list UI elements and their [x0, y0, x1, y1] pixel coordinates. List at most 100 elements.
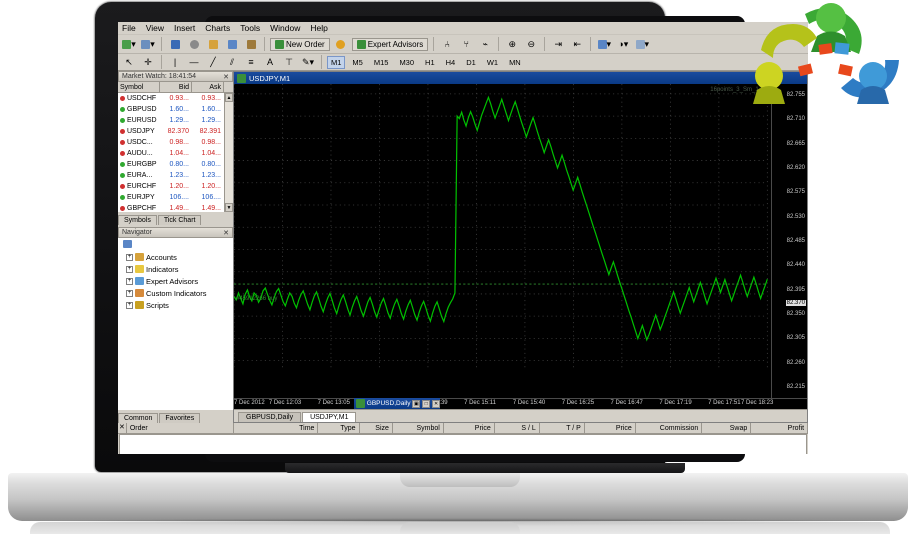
expand-icon[interactable]: +: [126, 289, 133, 297]
navigator-item[interactable]: + Indicators: [120, 263, 231, 275]
timeframe-h4[interactable]: H4: [442, 56, 460, 69]
navigator-item[interactable]: + Accounts: [120, 251, 231, 263]
terminal-column-type[interactable]: Type: [318, 423, 360, 433]
timeframe-m30[interactable]: M30: [395, 56, 418, 69]
market-watch-row[interactable]: USDJPY 82.370 82.391: [118, 126, 233, 137]
fibonacci-icon[interactable]: ≡: [243, 55, 259, 70]
chart-shift-icon[interactable]: ⇤: [569, 37, 585, 52]
market-watch-row[interactable]: GBPCHF 1.49... 1.49...: [118, 203, 233, 212]
periodicity-icon[interactable]: ◑▾: [615, 37, 631, 52]
menu-item-window[interactable]: Window: [270, 23, 300, 33]
close-icon[interactable]: ✕: [118, 423, 127, 433]
minimized-chart-window[interactable]: GBPUSD,Daily ▣ □ ✕: [354, 398, 441, 409]
navigator-tree[interactable]: + Accounts + Indicators + Expert Advisors + Cus…: [118, 238, 233, 410]
market-watch-row[interactable]: AUDU... 1.04... 1.04...: [118, 148, 233, 159]
text-label-icon[interactable]: ⊤: [281, 55, 297, 70]
market-watch-row[interactable]: GBPUSD 1.60... 1.60...: [118, 104, 233, 115]
navigator-item[interactable]: + Custom Indicators: [120, 287, 231, 299]
terminal-icon[interactable]: [224, 37, 240, 52]
terminal-column-commission[interactable]: Commission: [636, 423, 703, 433]
navigator-item[interactable]: + Expert Advisors: [120, 275, 231, 287]
crosshair-icon[interactable]: ✛: [140, 55, 156, 70]
column-ask[interactable]: Ask: [192, 82, 224, 92]
cursor-icon[interactable]: ↖: [121, 55, 137, 70]
menu-item-insert[interactable]: Insert: [174, 23, 195, 33]
new-chart-icon[interactable]: ▾: [121, 37, 137, 52]
terminal-column-order[interactable]: Order: [127, 423, 235, 433]
market-watch-row[interactable]: EURJPY 106.... 106....: [118, 192, 233, 203]
timeframe-h1[interactable]: H1: [421, 56, 439, 69]
line-chart-icon[interactable]: ⌁: [477, 37, 493, 52]
price-axis[interactable]: 82.755 82.710 82.665 82.620 82.575 82.530 82.4…: [771, 84, 807, 398]
trendline-icon[interactable]: ╱: [205, 55, 221, 70]
horizontal-line-icon[interactable]: —: [186, 55, 202, 70]
terminal-column-size[interactable]: Size: [360, 423, 393, 433]
profiles-icon[interactable]: ▾: [140, 37, 156, 52]
close-icon[interactable]: ✕: [432, 399, 441, 408]
navigator-item[interactable]: + Scripts: [120, 299, 231, 311]
metaeditor-icon[interactable]: [333, 37, 349, 52]
timeframe-m5[interactable]: M5: [348, 56, 366, 69]
close-icon[interactable]: ✕: [223, 73, 232, 81]
timeframe-m1[interactable]: M1: [327, 55, 346, 69]
market-watch-row[interactable]: USDCHF 0.93... 0.93...: [118, 93, 233, 104]
scroll-down-icon[interactable]: ▼: [225, 203, 233, 212]
navigator-icon[interactable]: [205, 37, 221, 52]
market-watch-scrollbar[interactable]: ▲ ▼: [224, 93, 233, 212]
market-watch-row[interactable]: EURUSD 1.29... 1.29...: [118, 115, 233, 126]
terminal-column-tp[interactable]: T / P: [540, 423, 585, 433]
candlestick-chart-icon[interactable]: ⑂: [458, 37, 474, 52]
bar-chart-icon[interactable]: ⑃: [439, 37, 455, 52]
equidistant-channel-icon[interactable]: ⫽: [224, 55, 240, 70]
market-watch-icon[interactable]: [167, 37, 183, 52]
menu-item-help[interactable]: Help: [310, 23, 327, 33]
timeframe-m15[interactable]: M15: [370, 56, 393, 69]
refresh-icon[interactable]: [123, 240, 132, 248]
column-bid[interactable]: Bid: [160, 82, 192, 92]
timeframe-mn[interactable]: MN: [505, 56, 525, 69]
terminal-column-time[interactable]: Time: [234, 423, 319, 433]
vertical-line-icon[interactable]: |: [167, 55, 183, 70]
scroll-up-icon[interactable]: ▲: [225, 93, 233, 102]
menu-item-view[interactable]: View: [146, 23, 164, 33]
market-watch-row[interactable]: EURA... 1.23... 1.23...: [118, 170, 233, 181]
terminal-rows[interactable]: [119, 434, 807, 454]
terminal-column-price[interactable]: Price: [585, 423, 636, 433]
menu-item-charts[interactable]: Charts: [205, 23, 230, 33]
indicators-icon[interactable]: ▾: [596, 37, 612, 52]
auto-scroll-icon[interactable]: ⇥: [550, 37, 566, 52]
restore-icon[interactable]: ▣: [412, 399, 421, 408]
new-order-button[interactable]: New Order: [270, 37, 330, 51]
chart-tab-usdjpy-m1[interactable]: USDJPY,M1: [302, 412, 357, 422]
arrows-icon[interactable]: ✎▾: [300, 55, 316, 70]
terminal-column-sl[interactable]: S / L: [495, 423, 540, 433]
tab-symbols[interactable]: Symbols: [118, 215, 157, 225]
market-watch-row[interactable]: EURCHF 1.20... 1.20...: [118, 181, 233, 192]
zoom-out-icon[interactable]: ⊖: [523, 37, 539, 52]
menu-item-tools[interactable]: Tools: [240, 23, 260, 33]
chart-tab-gbpusd-daily[interactable]: GBPUSD,Daily: [238, 412, 302, 422]
zoom-in-icon[interactable]: ⊕: [504, 37, 520, 52]
tab-favorites[interactable]: Favorites: [159, 413, 201, 423]
strategy-tester-icon[interactable]: [243, 37, 259, 52]
expand-icon[interactable]: +: [126, 265, 133, 273]
maximize-icon[interactable]: □: [422, 399, 431, 408]
market-watch-rows[interactable]: USDCHF 0.93... 0.93... GBPUSD 1.60... 1.60...…: [118, 93, 233, 212]
terminal-column-symbol[interactable]: Symbol: [393, 423, 444, 433]
close-icon[interactable]: ✕: [223, 229, 232, 237]
terminal-column-price[interactable]: Price: [444, 423, 495, 433]
chart-canvas[interactable]: 16points_3_Sm_1.02 #45912266 buy 82.755 8…: [234, 84, 807, 398]
market-watch-row[interactable]: USDC... 0.98... 0.98...: [118, 137, 233, 148]
expand-icon[interactable]: +: [126, 301, 133, 309]
timeframe-d1[interactable]: D1: [462, 56, 480, 69]
expand-icon[interactable]: +: [126, 253, 133, 261]
expert-advisors-button[interactable]: Expert Advisors: [351, 37, 429, 51]
terminal-column-swap[interactable]: Swap: [702, 423, 752, 433]
data-window-icon[interactable]: [186, 37, 202, 52]
templates-icon[interactable]: ▾: [634, 37, 650, 52]
timeframe-w1[interactable]: W1: [483, 56, 502, 69]
tab-common[interactable]: Common: [118, 413, 159, 423]
terminal-column-profit[interactable]: Profit: [751, 423, 808, 433]
menu-item-file[interactable]: File: [122, 23, 136, 33]
expand-icon[interactable]: +: [126, 277, 133, 285]
